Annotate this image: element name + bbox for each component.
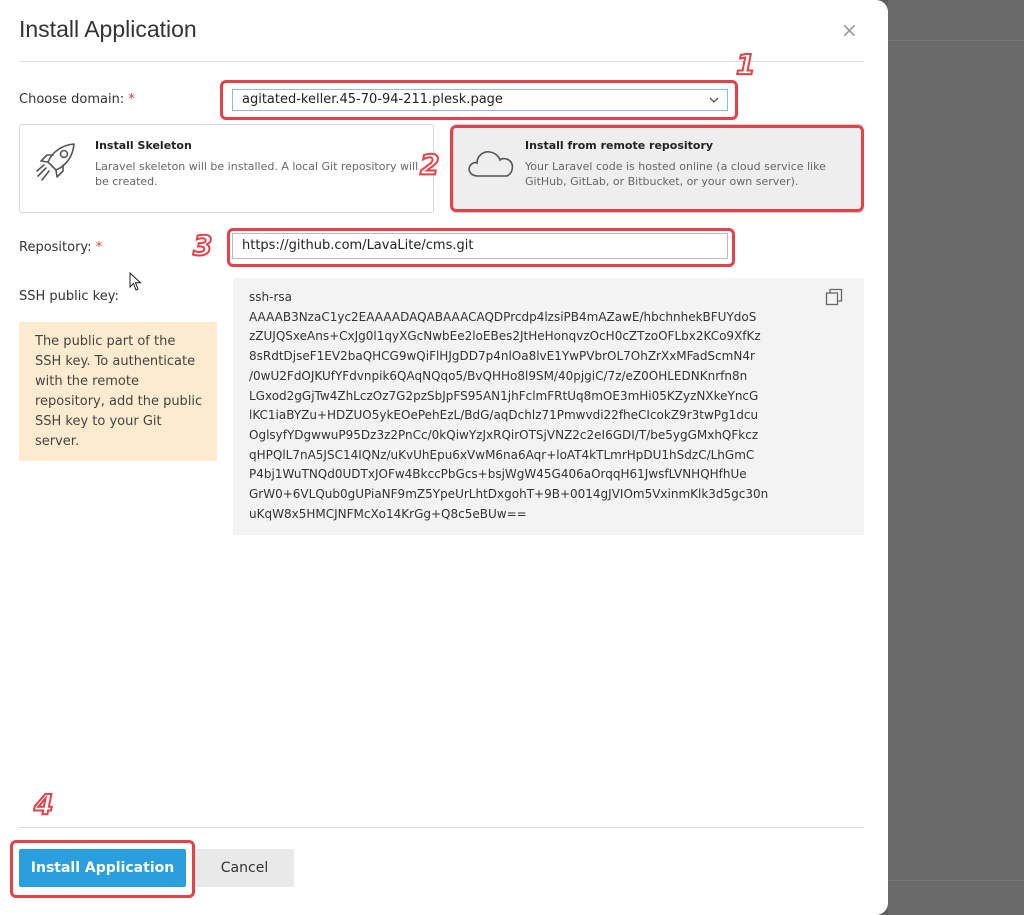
required-marker: * xyxy=(95,240,103,255)
ssh-key-line: lKC1iaBYZu+HDZUO5ykEOePehEzL/BdG/aqDchlz… xyxy=(249,408,759,423)
ssh-key-label: SSH public key: xyxy=(19,289,119,304)
step-number-1: 1 xyxy=(735,47,757,82)
highlight-domain-select xyxy=(220,80,738,120)
rocket-icon xyxy=(34,140,78,188)
ssh-key-line: P4bj1WuTNQd0UDTxJOFw4BkccPbGcs+bsjWgW45G… xyxy=(249,467,747,482)
cancel-button[interactable]: Cancel xyxy=(195,849,294,887)
background-divider xyxy=(888,40,1024,41)
step-number-3: 3 xyxy=(192,228,214,263)
ssh-key-line: OglsyfYDgwwuP95Dz3z2PnCc/0kQiwYzJxRQirOT… xyxy=(249,427,759,442)
ssh-key-line: zZUJQSxeAns+CxJg0l1qyXGcNwbEe2loEBes2JtH… xyxy=(249,329,761,344)
option-description: Laravel skeleton will be installed. A lo… xyxy=(95,160,419,188)
step-number-4: 4 xyxy=(33,787,55,822)
ssh-key-line: 8sRdtDjseF1EV2baQHCG9wQiFlHJgDD7p4nlOa8l… xyxy=(249,349,755,364)
highlight-repository-input xyxy=(227,228,735,267)
highlight-remote-option xyxy=(450,125,864,212)
required-marker: * xyxy=(128,92,135,107)
repository-label: Repository: * xyxy=(19,240,103,255)
ssh-key-line: LGxod2gGjTw4ZhLczOz7G2pzSbJpFS95AN1jhFcl… xyxy=(249,388,759,403)
dialog-title: Install Application xyxy=(19,16,197,42)
option-title: Install Skeleton xyxy=(95,139,192,152)
ssh-key-box: ssh-rsa AAAAB3NzaC1yc2EAAAADAQABAAACAQDP… xyxy=(233,278,864,535)
mouse-cursor-icon xyxy=(129,271,143,296)
close-icon[interactable]: × xyxy=(841,18,858,42)
ssh-key-line: qHPQlL7nA5JSC14IQNz/uKvUhEpu6xVwM6na6Aqr… xyxy=(249,447,755,462)
background-page xyxy=(888,0,1024,915)
ssh-key-line: /0wU2FdOJKUfYFdvnpik6QAqNQqo5/BvQHHo8l9S… xyxy=(249,368,748,383)
ssh-key-line: uKqW8x5HMCJNFMcXo14KrGg+Q8c5eBUw== xyxy=(249,506,527,521)
copy-icon[interactable] xyxy=(825,288,843,310)
domain-label: Choose domain: * xyxy=(19,92,135,107)
background-divider xyxy=(888,880,1024,881)
ssh-key-line: ssh-rsa xyxy=(249,290,292,304)
ssh-key-line: GrW0+6VLQub0gUPiaNF9mZ5YpeUrLhtDxgohT+9B… xyxy=(249,487,769,502)
ssh-key-hint: The public part of the SSH key. To authe… xyxy=(19,322,217,461)
step-number-2: 2 xyxy=(419,147,441,182)
highlight-install-button xyxy=(10,840,195,898)
ssh-key-text[interactable]: ssh-rsa AAAAB3NzaC1yc2EAAAADAQABAAACAQDP… xyxy=(249,288,815,524)
option-install-skeleton[interactable]: Install Skeleton Laravel skeleton will b… xyxy=(19,124,434,213)
ssh-key-line: AAAAB3NzaC1yc2EAAAADAQABAAACAQDPrcdp4lzs… xyxy=(249,309,757,324)
footer-divider xyxy=(19,827,864,828)
